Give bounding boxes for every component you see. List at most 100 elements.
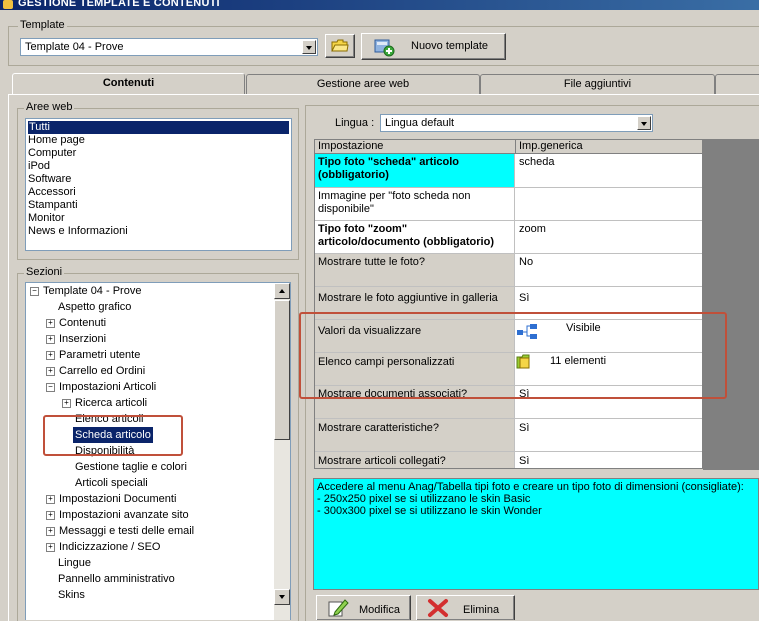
collapse-icon[interactable]: − [30, 286, 39, 296]
setting-value[interactable]: No [516, 254, 702, 286]
scroll-thumb[interactable] [274, 300, 290, 440]
info-line: Accedere al menu Anag/Tabella tipi foto … [317, 481, 744, 493]
list-item[interactable]: Accessori [28, 186, 76, 199]
tab-file-aggiuntivi[interactable]: File aggiuntivi [480, 74, 715, 94]
expand-icon[interactable]: + [46, 494, 55, 504]
setting-value[interactable]: Sì [516, 419, 702, 451]
edit-icon [328, 599, 349, 617]
list-item[interactable]: Software [28, 173, 71, 186]
setting-value[interactable]: scheda [516, 154, 702, 187]
table-row[interactable]: Mostrare caratteristiche? Sì [315, 419, 702, 452]
lingua-select-value: Lingua default [385, 117, 455, 129]
tree-node[interactable]: + Ricerca articoli [62, 395, 147, 411]
collapse-icon[interactable]: − [46, 382, 55, 392]
tree-node[interactable]: Skins [58, 587, 85, 603]
info-box: Accedere al menu Anag/Tabella tipi foto … [313, 478, 759, 590]
window-title: GESTIONE TEMPLATE E CONTENUTI [18, 0, 220, 9]
title-bar: GESTIONE TEMPLATE E CONTENUTI [0, 0, 759, 10]
template-select-value: Template 04 - Prove [25, 41, 124, 53]
setting-value[interactable]: zoom [516, 221, 702, 253]
delete-x-icon [428, 599, 448, 617]
grid-empty-area [703, 139, 759, 470]
list-item[interactable]: Home page [28, 134, 85, 147]
tree-node[interactable]: Aspetto grafico [58, 299, 131, 315]
new-template-button[interactable]: Nuovo template [361, 33, 506, 60]
tree-node[interactable]: + Contenuti [46, 315, 106, 331]
list-item[interactable]: News e Informazioni [28, 225, 128, 238]
tree-node[interactable]: Lingue [58, 555, 91, 571]
tree-node[interactable]: − Impostazioni Articoli [46, 379, 156, 395]
setting-name: Mostrare caratteristiche? [315, 419, 515, 451]
expand-icon[interactable]: + [46, 350, 55, 360]
list-item[interactable]: Tutti [28, 121, 289, 134]
expand-icon[interactable]: + [46, 334, 55, 344]
table-row[interactable]: Immagine per "foto scheda non disponibil… [315, 188, 702, 221]
setting-name: Mostrare articoli collegati? [315, 452, 515, 468]
info-line: - 300x300 pixel se si utilizzano le skin… [317, 505, 542, 517]
tab-more[interactable] [715, 74, 759, 94]
aree-web-list[interactable]: Tutti Home page Computer iPod Software A… [25, 118, 292, 251]
tree-node[interactable]: + Messaggi e testi delle email [46, 523, 194, 539]
chevron-down-icon[interactable] [302, 40, 316, 54]
tree-node[interactable]: − Template 04 - Prove [30, 283, 141, 299]
tree-node[interactable]: Articoli speciali [75, 475, 148, 491]
aree-web-label: Aree web [24, 101, 75, 113]
delete-label: Elimina [463, 604, 500, 616]
new-template-icon [374, 39, 395, 57]
tree-node[interactable]: + Inserzioni [46, 331, 106, 347]
modify-button[interactable]: Modifica [316, 595, 411, 620]
table-row[interactable]: Mostrare tutte le foto? No [315, 254, 702, 287]
template-select[interactable]: Template 04 - Prove [20, 38, 318, 56]
arrow-down-icon [279, 595, 285, 599]
tree-node[interactable]: Pannello amministrativo [58, 571, 175, 587]
settings-grid[interactable]: Impostazione Imp.generica Tipo foto "sch… [314, 139, 703, 469]
list-item[interactable]: Monitor [28, 212, 65, 225]
expand-icon[interactable]: + [46, 366, 55, 376]
annotation-highlight-settings [299, 312, 727, 399]
expand-icon[interactable]: + [46, 318, 55, 328]
expand-icon[interactable]: + [46, 526, 55, 536]
scroll-down-button[interactable] [274, 589, 290, 605]
tree-node[interactable]: + Parametri utente [46, 347, 140, 363]
modify-label: Modifica [359, 604, 400, 616]
table-row[interactable]: Tipo foto "zoom" articolo/documento (obb… [315, 221, 702, 254]
tree-node[interactable]: Gestione taglie e colori [75, 459, 187, 475]
sezioni-label: Sezioni [24, 266, 65, 278]
list-item[interactable]: Computer [28, 147, 76, 160]
scroll-up-button[interactable] [274, 283, 290, 299]
tree-node[interactable]: + Carrello ed Ordini [46, 363, 145, 379]
list-item[interactable]: Stampanti [28, 199, 78, 212]
column-header[interactable]: Impostazione [315, 140, 516, 154]
app-icon [3, 0, 13, 9]
list-item[interactable]: iPod [28, 160, 50, 173]
arrow-up-icon [279, 289, 285, 293]
setting-name: Tipo foto "scheda" articolo (obbligatori… [315, 154, 515, 187]
setting-name: Immagine per "foto scheda non disponibil… [315, 188, 515, 220]
expand-icon[interactable]: + [62, 398, 71, 408]
chevron-down-icon[interactable] [637, 116, 651, 130]
tab-contenuti[interactable]: Contenuti [12, 73, 245, 95]
folder-icon [331, 39, 349, 52]
tab-contenuti-label: Contenuti [102, 77, 155, 89]
tree-node[interactable]: + Impostazioni Documenti [46, 491, 176, 507]
column-header[interactable]: Imp.generica [516, 140, 702, 154]
setting-value[interactable] [516, 188, 702, 220]
expand-icon[interactable]: + [46, 510, 55, 520]
info-line: - 250x250 pixel se si utilizzano le skin… [317, 493, 531, 505]
lingua-select[interactable]: Lingua default [380, 114, 653, 132]
setting-value[interactable]: Sì [516, 452, 702, 468]
expand-icon[interactable]: + [46, 542, 55, 552]
tree-node[interactable]: + Indicizzazione / SEO [46, 539, 161, 555]
new-template-label: Nuovo template [411, 40, 489, 52]
tab-gestione-aree-web[interactable]: Gestione aree web [246, 74, 480, 94]
table-row[interactable]: Tipo foto "scheda" articolo (obbligatori… [315, 154, 702, 188]
setting-name: Mostrare tutte le foto? [315, 254, 515, 286]
template-group-label: Template [18, 19, 67, 31]
table-row[interactable]: Mostrare articoli collegati? Sì [315, 452, 702, 468]
tree-node[interactable]: + Impostazioni avanzate sito [46, 507, 189, 523]
tab-file-aggiuntivi-label: File aggiuntivi [563, 78, 632, 90]
delete-button[interactable]: Elimina [416, 595, 515, 620]
tree-scrollbar[interactable] [274, 283, 290, 620]
open-folder-button[interactable] [325, 34, 355, 58]
lingua-label: Lingua : [335, 117, 375, 129]
